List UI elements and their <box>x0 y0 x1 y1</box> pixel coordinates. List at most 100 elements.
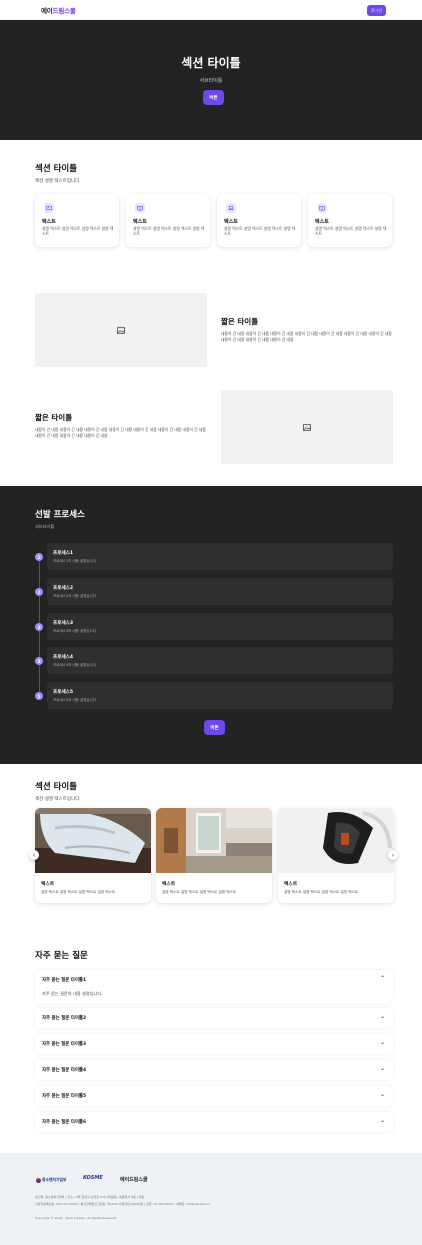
footer-copyright: Copyright © 2018 - 2023 adream. All Righ… <box>35 1216 118 1220</box>
process-step-title: 프로세스3 <box>53 621 74 626</box>
process-step-desc: 프로세스3의 내용 설명입니다. <box>53 629 98 633</box>
feature-card-title: 텍스트 <box>42 219 56 225</box>
hero-subtitle: 서브타이틀 <box>199 78 223 84</box>
faq-item[interactable]: 자주 묻는 질문 타이틀2 ⌄ <box>35 1008 393 1028</box>
chevron-down-icon: ⌄ <box>379 1013 385 1020</box>
chevron-right-icon: › <box>391 851 395 859</box>
feature-card-desc: 설명 텍스트 설명 텍스트 설명 텍스트 설명 텍스트 <box>42 226 114 236</box>
feature-row2-text: 내용이 긴 내용 내용이 긴 내용 내용이 긴 내용 내용이 긴 내용 내용이 … <box>35 427 206 438</box>
process-step-title: 프로세스1 <box>53 551 74 556</box>
process-step-number: 2 <box>35 588 43 596</box>
hero-cta-button[interactable]: 버튼 <box>203 90 224 105</box>
gallery-card[interactable]: 텍스트 설명 텍스트 설명 텍스트 설명 텍스트 설명 텍스트 <box>156 808 272 903</box>
logo-text-main: 에이 <box>41 7 53 15</box>
carousel-prev-button[interactable]: ‹ <box>29 850 39 860</box>
features-section-title: 섹션 타이틀 <box>35 164 78 174</box>
feature-card: 텍스트 설명 텍스트 설명 텍스트 설명 텍스트 설명 텍스트 <box>126 194 210 247</box>
process-step-title: 프로세스5 <box>53 690 74 695</box>
feature-card-desc: 설명 텍스트 설명 텍스트 설명 텍스트 설명 텍스트 <box>224 226 296 236</box>
process-title: 선발 프로세스 <box>35 510 85 520</box>
faq-item[interactable]: 자주 묻는 질문 타이틀3 ⌄ <box>35 1034 393 1054</box>
footer-logo-kosme[interactable]: KOSME <box>83 1175 103 1181</box>
laptop-icon <box>226 203 236 213</box>
process-step-title: 프로세스4 <box>53 655 74 660</box>
faq-item[interactable]: 자주 묻는 질문 타이틀6 ⌄ <box>35 1112 393 1132</box>
process-step: 프로세스3 프로세스3의 내용 설명입니다. <box>47 613 393 640</box>
brand-logo[interactable]: 에이드림스쿨 <box>41 5 76 15</box>
faq-item-open[interactable]: 자주 묻는 질문 타이틀1 ⌃ 자주 묻는 질문의 내용 설명입니다. <box>35 970 393 1003</box>
gallery-section-desc: 섹션 설명 텍스트입니다. <box>35 797 81 802</box>
feature-card-desc: 설명 텍스트 설명 텍스트 설명 텍스트 설명 텍스트 <box>133 226 205 236</box>
process-step: 프로세스5 프로세스5의 내용 설명입니다. <box>47 682 393 709</box>
hero-title: 섹션 타이틀 <box>181 56 241 70</box>
process-step-desc: 프로세스4의 내용 설명입니다. <box>53 663 98 667</box>
login-button[interactable]: 로그인 <box>367 5 386 16</box>
feature-row2-title: 짧은 타이틀 <box>35 413 73 422</box>
gallery-image-bedding <box>35 808 151 873</box>
faq-question: 자주 묻는 질문 타이틀6 <box>42 1120 86 1125</box>
process-step-number: 5 <box>35 692 43 700</box>
image-icon <box>303 423 311 431</box>
gallery-card[interactable]: 텍스트 설명 텍스트 설명 텍스트 설명 텍스트 설명 텍스트 <box>278 808 394 903</box>
feature-card-desc: 설명 텍스트 설명 텍스트 설명 텍스트 설명 텍스트 <box>315 226 387 236</box>
faq-question: 자주 묻는 질문 타이틀3 <box>42 1042 86 1047</box>
image-icon <box>117 326 125 334</box>
footer-logo-adream[interactable]: 에이드림스쿨 <box>120 1176 148 1183</box>
faq-question: 자주 묻는 질문 타이틀2 <box>42 1016 86 1021</box>
gallery-card-desc: 설명 텍스트 설명 텍스트 설명 텍스트 설명 텍스트 <box>284 890 359 894</box>
gallery-card-desc: 설명 텍스트 설명 텍스트 설명 텍스트 설명 텍스트 <box>162 890 237 894</box>
process-step-title: 프로세스2 <box>53 586 74 591</box>
process-step: 프로세스2 프로세스2의 내용 설명입니다. <box>47 578 393 605</box>
process-section: 선발 프로세스 서브타이틀 1 프로세스1 프로세스1의 내용 설명입니다. 2… <box>0 486 422 764</box>
faq-question: 자주 묻는 질문 타이틀4 <box>42 1068 86 1073</box>
faq-item[interactable]: 자주 묻는 질문 타이틀5 ⌄ <box>35 1086 393 1106</box>
gallery-card-desc: 설명 텍스트 설명 텍스트 설명 텍스트 설명 텍스트 <box>41 890 116 894</box>
footer-logo-ministry-text: 중소벤처기업부 <box>42 1177 67 1182</box>
process-step-number: 3 <box>35 623 43 631</box>
book-icon <box>317 203 327 213</box>
gallery-card-title: 텍스트 <box>41 882 55 887</box>
process-subtitle: 서브타이틀 <box>35 524 55 529</box>
feature-card-title: 텍스트 <box>224 219 238 225</box>
gallery-card-title: 텍스트 <box>162 882 176 887</box>
gallery-image-kitchen <box>156 808 272 873</box>
gallery-section-title: 섹션 타이틀 <box>35 782 78 792</box>
logo-text-accent: 드림스쿨 <box>52 7 76 15</box>
chevron-down-icon: ⌄ <box>379 1039 385 1046</box>
process-step-number: 1 <box>35 553 43 561</box>
process-step-desc: 프로세스5의 내용 설명입니다. <box>53 698 98 702</box>
top-navbar: 에이드림스쿨 로그인 <box>0 0 422 20</box>
faq-answer: 자주 묻는 질문의 내용 설명입니다. <box>42 991 103 996</box>
feature-row1-title: 짧은 타이틀 <box>221 317 259 326</box>
image-placeholder <box>221 390 393 464</box>
feature-card: 텍스트 설명 텍스트 설명 텍스트 설명 텍스트 설명 텍스트 <box>35 194 119 247</box>
taegeuk-icon <box>36 1177 41 1183</box>
chevron-down-icon: ⌄ <box>379 1117 385 1124</box>
process-step-desc: 프로세스1의 내용 설명입니다. <box>53 559 98 563</box>
book-icon <box>135 203 145 213</box>
feature-row1-text: 내용이 긴 내용 내용이 긴 내용 내용이 긴 내용 내용이 긴 내용 내용이 … <box>221 331 392 342</box>
chevron-up-icon: ⌃ <box>379 975 385 982</box>
faq-item[interactable]: 자주 묻는 질문 타이틀4 ⌄ <box>35 1060 393 1080</box>
footer-info-line1: 법인명: 중소벤처기업부 | 주소: 서울 강남구 논현로 123 (역삼동),… <box>35 1195 145 1199</box>
process-cta-button[interactable]: 버튼 <box>204 720 225 735</box>
process-step-desc: 프로세스2의 내용 설명입니다. <box>53 594 98 598</box>
features-section-desc: 섹션 설명 텍스트입니다. <box>35 179 81 184</box>
gallery-card[interactable]: 텍스트 설명 텍스트 설명 텍스트 설명 텍스트 설명 텍스트 <box>35 808 151 903</box>
feature-card: 텍스트 설명 텍스트 설명 텍스트 설명 텍스트 설명 텍스트 <box>217 194 301 247</box>
process-step: 프로세스4 프로세스4의 내용 설명입니다. <box>47 647 393 674</box>
footer-logo-ministry[interactable]: 중소벤처기업부 <box>36 1177 66 1183</box>
chevron-left-icon: ‹ <box>32 851 36 859</box>
hero-section: 섹션 타이틀 서브타이틀 버튼 <box>0 20 422 140</box>
process-step-number: 4 <box>35 657 43 665</box>
faq-question: 자주 묻는 질문 타이틀1 <box>42 978 86 983</box>
faq-question: 자주 묻는 질문 타이틀5 <box>42 1094 86 1099</box>
chevron-down-icon: ⌄ <box>379 1091 385 1098</box>
faq-section-title: 자주 묻는 질문 <box>35 951 88 961</box>
gallery-card-title: 텍스트 <box>284 882 298 887</box>
gallery-image-product <box>278 808 394 873</box>
process-step: 프로세스1 프로세스1의 내용 설명입니다. <box>47 543 393 570</box>
chevron-down-icon: ⌄ <box>379 1065 385 1072</box>
feature-card: 텍스트 설명 텍스트 설명 텍스트 설명 텍스트 설명 텍스트 <box>308 194 392 247</box>
carousel-next-button[interactable]: › <box>388 850 398 860</box>
